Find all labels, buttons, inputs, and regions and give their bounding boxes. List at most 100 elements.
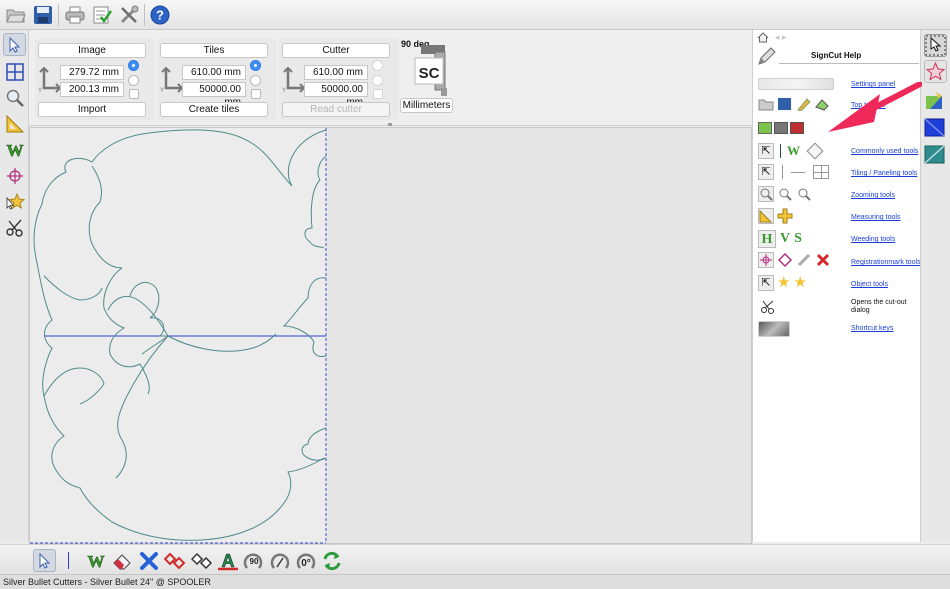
tiles-radio-on[interactable]	[250, 60, 261, 71]
select-arrow-icon[interactable]	[3, 33, 26, 56]
home-icon[interactable]	[757, 32, 769, 46]
work-canvas[interactable]	[29, 127, 752, 544]
xy-axis-icon: Y	[282, 66, 306, 94]
weeding-icon[interactable]: W	[3, 138, 26, 161]
image-height-field[interactable]: 200.13 mm	[60, 82, 124, 97]
diamond-pair-red-icon[interactable]	[163, 549, 186, 572]
svg-text:Y: Y	[282, 88, 286, 94]
import-button[interactable]: Import	[38, 102, 146, 117]
cutter-height-field[interactable]: 50000.00 mm	[304, 82, 368, 108]
cutter-label-button[interactable]: Cutter	[282, 43, 390, 58]
measure-icon[interactable]	[3, 112, 26, 135]
xy-axis-icon: Y	[38, 66, 62, 94]
delete-x-icon[interactable]	[137, 549, 160, 572]
status-bar: Silver Bullet Cutters - Silver Bullet 24…	[0, 574, 950, 589]
settings-panel: Image Y 279.72 mm 200.13 mm Import Tiles…	[29, 30, 752, 126]
svg-text:Y: Y	[160, 88, 164, 94]
nav-arrows-icon[interactable]: ◂ ▸	[775, 32, 787, 43]
create-tiles-button[interactable]: Create tiles	[160, 102, 268, 117]
svg-text:90: 90	[249, 557, 258, 566]
layers-color-icon[interactable]	[924, 90, 947, 113]
image-group: Image Y 279.72 mm 200.13 mm Import	[35, 38, 155, 120]
millimeters-button[interactable]: Millimeters	[400, 98, 453, 113]
cutter-group: Cutter Y 610.00 mm 50000.00 mm Read cutt…	[279, 38, 399, 120]
tools-icon[interactable]	[117, 3, 141, 27]
annotation-arrow-icon	[828, 82, 922, 132]
rotate-90-icon[interactable]: 90	[242, 549, 265, 572]
rotate-free-icon[interactable]	[268, 549, 291, 572]
text-a-icon[interactable]: A	[216, 549, 239, 572]
help-link-zoom-tools[interactable]: Zooming tools	[851, 192, 895, 199]
regmark-tools-thumb-icon	[758, 252, 831, 268]
cutter-lock-checkbox[interactable]	[373, 89, 383, 99]
help-link-regmark-tools[interactable]: Registrationmark tools	[851, 259, 921, 266]
top-toolbar-thumb-icon	[758, 97, 831, 111]
object-tools-thumb-icon: ⇱ ★ ★	[758, 275, 807, 291]
favorites-star-icon[interactable]	[924, 60, 947, 83]
help-cursor-icon[interactable]	[924, 34, 947, 57]
diamond-pair-outline-icon[interactable]	[190, 549, 213, 572]
shortcut-keys-thumb-icon	[758, 321, 790, 337]
help-link-object-tools[interactable]: Object tools	[851, 281, 888, 288]
help-link-tiling-tools[interactable]: Tiling / Paneling tools	[851, 170, 917, 177]
image-label-button[interactable]: Image	[38, 43, 146, 58]
weeding-tools-thumb-icon: H V S	[758, 230, 802, 248]
help-divider	[779, 63, 919, 64]
help-title: SignCut Help	[811, 51, 862, 60]
svg-text:?: ?	[156, 8, 164, 23]
tiles-width-field[interactable]: 610.00 mm	[182, 65, 246, 80]
save-icon[interactable]	[31, 3, 55, 27]
image-width-field[interactable]: 279.72 mm	[60, 65, 124, 80]
teal-fill-icon[interactable]	[924, 144, 947, 167]
signcut-logo-icon[interactable]: SC	[411, 44, 455, 98]
tiles-radio-off[interactable]	[250, 75, 261, 86]
measure-tools-thumb-icon	[758, 208, 793, 224]
print-icon[interactable]	[63, 3, 87, 27]
top-toolbar: ?	[0, 0, 950, 30]
pen-icon	[757, 46, 777, 69]
help-icon[interactable]: ?	[148, 3, 172, 27]
tiling-grid-icon[interactable]	[3, 60, 26, 83]
blue-fill-icon[interactable]	[924, 117, 947, 140]
common-tools-thumb-icon: ⇱ W	[758, 142, 824, 160]
svg-text:Y: Y	[38, 88, 42, 94]
bottom-toolbar: W A 90 0°	[0, 544, 950, 574]
rotate-0-icon[interactable]: 0°	[294, 549, 317, 572]
logo-text: SC	[419, 65, 440, 82]
zoom-icon[interactable]	[3, 86, 26, 109]
svg-text:W: W	[6, 141, 23, 159]
cutter-width-field[interactable]: 610.00 mm	[304, 65, 368, 80]
tiles-group: Tiles Y 610.00 mm 50000.00 mm Create til…	[157, 38, 277, 120]
open-folder-icon[interactable]	[4, 3, 28, 27]
settings-panel-thumb-icon	[758, 78, 834, 90]
image-radio-on[interactable]	[128, 60, 139, 71]
layer-tools-thumb-icon	[758, 122, 804, 134]
registration-mark-icon[interactable]	[3, 164, 26, 187]
svg-text:0°: 0°	[301, 558, 311, 569]
left-toolbar: W	[0, 30, 29, 542]
image-radio-off[interactable]	[128, 75, 139, 86]
object-star-icon[interactable]	[3, 190, 26, 213]
xy-axis-icon: Y	[160, 66, 184, 94]
svg-text:W: W	[87, 552, 104, 570]
tiles-height-field[interactable]: 50000.00 mm	[182, 82, 246, 108]
cutter-radio-2[interactable]	[372, 75, 383, 86]
resize-handle[interactable]	[388, 123, 392, 126]
tiles-lock-checkbox[interactable]	[251, 89, 261, 99]
refresh-icon[interactable]	[320, 549, 343, 572]
help-link-weeding-tools[interactable]: Weeding tools	[851, 236, 895, 243]
weed-icon[interactable]: W	[84, 549, 107, 572]
eraser-icon[interactable]	[110, 549, 133, 572]
read-cutter-button[interactable]: Read cutter	[282, 102, 390, 117]
help-text-cut-out: Opens the cut-out dialog	[851, 299, 907, 314]
select-arrow-icon[interactable]	[33, 549, 56, 572]
help-link-measure-tools[interactable]: Measuring tools	[851, 214, 900, 221]
image-lock-checkbox[interactable]	[129, 89, 139, 99]
cutter-radio-1[interactable]	[372, 60, 383, 71]
cut-scissors-thumb-icon	[761, 300, 775, 317]
help-link-shortcut-keys[interactable]: Shortcut keys	[851, 325, 893, 332]
tiles-label-button[interactable]: Tiles	[160, 43, 268, 58]
right-toolbar	[920, 30, 950, 542]
checklist-icon[interactable]	[90, 3, 114, 27]
scissors-icon[interactable]	[3, 216, 26, 239]
